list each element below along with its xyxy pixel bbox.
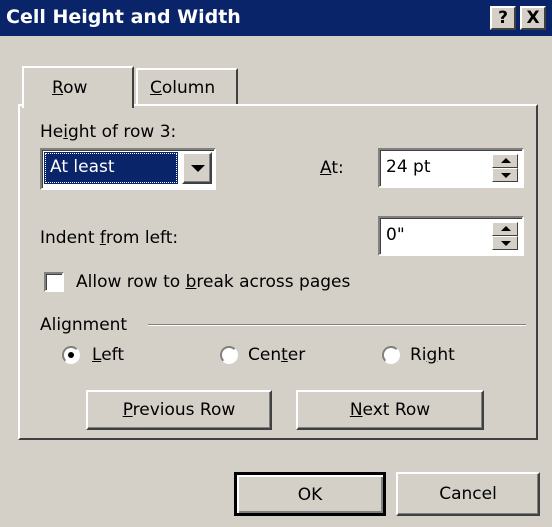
alignment-divider <box>148 324 526 326</box>
cancel-button[interactable]: Cancel <box>396 472 540 516</box>
align-center-radio[interactable] <box>220 346 238 364</box>
help-button[interactable]: ? <box>490 6 516 30</box>
at-label: At: <box>320 158 344 178</box>
alignment-group-label: Alignment <box>40 315 128 335</box>
dialog-title: Cell Height and Width <box>6 6 241 28</box>
align-right-radio[interactable] <box>382 346 400 364</box>
align-center-label[interactable]: Center <box>248 345 305 365</box>
close-button[interactable]: X <box>520 6 546 30</box>
previous-row-button[interactable]: Previous Row <box>86 390 272 430</box>
tab-row-label: Row <box>52 78 88 98</box>
radio-selected-dot <box>68 352 74 358</box>
allow-break-label[interactable]: Allow row to break across pages <box>76 272 350 292</box>
row-height-decrement[interactable] <box>492 168 518 182</box>
height-of-row-label: Height of row 3: <box>40 122 177 142</box>
chevron-down-icon <box>191 165 205 172</box>
height-rule-select[interactable]: At least <box>40 148 216 190</box>
arrow-up-icon <box>501 226 511 231</box>
height-rule-dropdown-button[interactable] <box>182 152 212 184</box>
indent-decrement[interactable] <box>492 236 518 250</box>
indent-spinner[interactable]: 0" <box>378 216 524 256</box>
tab-column[interactable]: Column <box>136 68 238 104</box>
align-left-label[interactable]: Left <box>92 345 124 365</box>
cell-height-width-dialog: Cell Height and Width ? X Row Column Hei… <box>0 0 552 527</box>
row-height-value: 24 pt <box>386 157 431 177</box>
height-rule-value: At least <box>50 157 115 177</box>
indent-from-left-label: Indent from left: <box>40 228 179 248</box>
ok-button[interactable]: OK <box>234 472 386 516</box>
align-left-radio[interactable] <box>62 346 80 364</box>
next-row-button[interactable]: Next Row <box>296 390 484 430</box>
indent-value: 0" <box>386 225 405 245</box>
title-bar: Cell Height and Width ? X <box>0 0 552 36</box>
arrow-down-icon <box>501 241 511 246</box>
allow-break-checkbox[interactable] <box>44 272 64 292</box>
arrow-up-icon <box>501 158 511 163</box>
tab-row[interactable]: Row <box>22 66 134 108</box>
row-height-spinner[interactable]: 24 pt <box>378 148 524 188</box>
indent-increment[interactable] <box>492 222 518 236</box>
height-rule-selection: At least <box>44 152 178 184</box>
tab-column-label: Column <box>150 78 216 98</box>
arrow-down-icon <box>501 173 511 178</box>
row-height-increment[interactable] <box>492 154 518 168</box>
align-right-label[interactable]: Right <box>410 345 455 365</box>
active-tab-join <box>24 104 130 108</box>
